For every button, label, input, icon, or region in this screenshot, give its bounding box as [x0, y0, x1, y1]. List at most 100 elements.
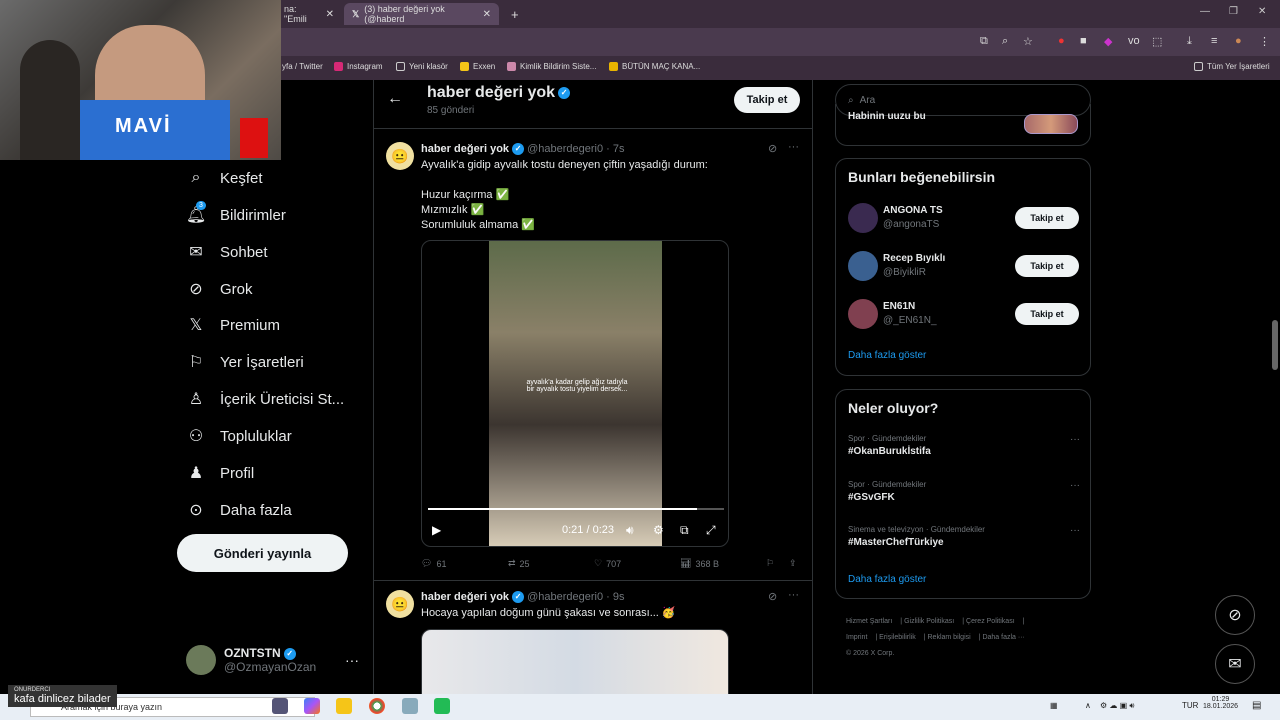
show-more-link[interactable]: Daha fazla göster — [848, 350, 926, 361]
minimize-icon[interactable]: — — [1200, 6, 1210, 17]
more-icon[interactable]: ··· — [1070, 525, 1080, 536]
playlist-icon[interactable]: ≡ — [1211, 35, 1217, 47]
suggestion-item[interactable]: Recep Bıyıklı @BiyikliR Takip et — [848, 251, 1080, 283]
clock[interactable]: 01:29 18.01.2026 — [1203, 696, 1238, 710]
grok-fab-button[interactable]: ⊘ — [1215, 595, 1255, 635]
chrome-icon[interactable] — [369, 698, 385, 714]
settings-icon[interactable]: ⚙ — [653, 523, 664, 537]
suggestion-item[interactable]: ANGONA TS @angonaTS Takip et — [848, 203, 1080, 235]
tab-haber-degeri-yok[interactable]: 𝕏 (3) haber değeri yok (@haberd ✕ — [344, 3, 499, 25]
extension-icon[interactable]: vo — [1128, 35, 1140, 47]
nav-creator-studio[interactable]: ♙ İçerik Üreticisi St... — [186, 387, 344, 411]
grok-icon[interactable]: ⊘ — [768, 590, 777, 603]
puzzle-icon[interactable]: ⬚ — [1152, 35, 1162, 48]
repost-button[interactable]: ⇄ 25 — [508, 558, 530, 569]
tab-emili[interactable]: na: "Emili ✕ — [276, 3, 342, 25]
nav-explore[interactable]: ⌕ Keşfet — [186, 166, 263, 190]
footer-link[interactable]: Hizmet Şartları — [846, 618, 892, 625]
language-indicator[interactable]: TUR — [1182, 701, 1198, 710]
tray-icons[interactable]: ⚙ ☁ ▣ 🔊︎ — [1100, 701, 1134, 711]
more-icon[interactable]: ··· — [1070, 434, 1080, 445]
follow-button[interactable]: Takip et — [1015, 207, 1079, 229]
share-button[interactable]: ⇪ — [789, 558, 797, 569]
follow-button[interactable]: Takip et — [1015, 303, 1079, 325]
more-icon[interactable]: ··· — [1070, 480, 1080, 491]
tweet-image[interactable] — [421, 629, 729, 696]
app-icon[interactable] — [434, 698, 450, 714]
nav-communities[interactable]: ⚇ Topluluklar — [186, 424, 292, 448]
bookmark-button[interactable]: ⚐ — [766, 558, 774, 569]
scrollbar[interactable] — [1272, 320, 1278, 370]
play-icon[interactable]: ▶ — [432, 523, 441, 537]
nav-grok[interactable]: ⊘ Grok — [186, 277, 252, 301]
video-player[interactable]: ayvalık'a kadar gelip ağız tadıyla bir a… — [421, 240, 729, 547]
cast-icon[interactable]: ⧉ — [980, 35, 988, 48]
extension-icon[interactable]: ● — [1058, 35, 1065, 47]
bookmark-instagram[interactable]: Instagram — [334, 62, 383, 71]
fullscreen-icon[interactable]: ⤢ — [706, 523, 716, 538]
footer-link[interactable]: Reklam bilgisi — [928, 634, 971, 641]
account-more-icon[interactable]: ··· — [345, 652, 359, 668]
suggestion-item[interactable]: EN61N @_EN61N_ Takip et — [848, 299, 1080, 331]
footer-link[interactable]: Imprint — [846, 634, 867, 641]
nav-notifications[interactable]: 🔔︎ 3 Bildirimler — [186, 201, 286, 227]
bookmark-twitter[interactable]: yfa / Twitter — [282, 62, 323, 71]
menu-icon[interactable]: ⋮ — [1259, 35, 1270, 48]
close-window-icon[interactable]: ✕ — [1258, 6, 1266, 17]
bookmark-folder[interactable]: Yeni klasör — [396, 62, 448, 71]
close-icon[interactable]: ✕ — [326, 9, 334, 20]
trend-item[interactable]: Spor · Gündemdekiler #OkanBurukİstifa ··… — [848, 434, 1080, 457]
nav-premium[interactable]: 𝕏 Premium — [186, 313, 280, 337]
copilot-icon[interactable] — [304, 698, 320, 714]
volume-icon[interactable]: 🔊︎ — [626, 523, 634, 538]
tray-app-icon[interactable]: ▦ — [1050, 701, 1058, 710]
avatar: 😐 — [386, 590, 414, 618]
bookmark-exxen[interactable]: Exxen — [460, 62, 495, 71]
verified-icon: ✓ — [512, 143, 525, 156]
restore-icon[interactable]: ❐ — [1229, 6, 1238, 17]
post-button[interactable]: Gönderi yayınla — [177, 534, 348, 572]
account-switcher[interactable]: OZNTSTN ✓ @OzmayanOzan — [186, 645, 316, 675]
nav-profile[interactable]: ♟ Profil — [186, 461, 254, 485]
nav-messages[interactable]: ✉ Sohbet — [186, 240, 267, 264]
nav-bookmarks[interactable]: ⚐ Yer İşaretleri — [186, 350, 304, 374]
webcam-person — [20, 40, 80, 160]
extension-icon[interactable]: ■ — [1080, 35, 1087, 47]
video-progress[interactable] — [428, 508, 724, 510]
all-bookmarks[interactable]: Tüm Yer İşaretleri — [1194, 62, 1270, 71]
footer-link[interactable]: Gizlilik Politikası — [904, 618, 954, 625]
more-icon[interactable]: ··· — [788, 589, 799, 601]
profile-icon[interactable]: ● — [1235, 35, 1242, 47]
download-icon[interactable]: ⤓ — [1187, 35, 1192, 48]
bookmark-mac[interactable]: BÜTÜN MAÇ KANA... — [609, 62, 700, 71]
notification-icon[interactable]: ▤ — [1252, 700, 1261, 711]
new-tab-button[interactable]: + — [503, 3, 527, 25]
show-more-link[interactable]: Daha fazla göster — [848, 574, 926, 585]
app-icon[interactable] — [402, 698, 418, 714]
reply-button[interactable]: 💬︎ 61 — [421, 558, 446, 569]
footer-link[interactable]: Çerez Politikası — [966, 618, 1015, 625]
views-button[interactable]: 📊︎ 368 B — [680, 558, 719, 569]
follow-button[interactable]: Takip et — [1015, 255, 1079, 277]
task-view-icon[interactable] — [272, 698, 288, 714]
more-icon[interactable]: ··· — [788, 141, 799, 153]
footer-link[interactable]: Erişilebilirlik — [879, 634, 916, 641]
messages-fab-button[interactable]: ✉ — [1215, 644, 1255, 684]
file-explorer-icon[interactable] — [336, 698, 352, 714]
pip-icon[interactable]: ⧉ — [680, 523, 689, 538]
bookmark-kimlik[interactable]: Kimlik Bildirim Siste... — [507, 62, 596, 71]
chevron-up-icon[interactable]: ∧ — [1085, 701, 1091, 710]
trend-item[interactable]: Spor · Gündemdekiler #GSvGFK ··· — [848, 480, 1080, 503]
nav-more[interactable]: ⊙ Daha fazla — [186, 498, 291, 522]
close-icon[interactable]: ✕ — [483, 9, 491, 20]
trend-item[interactable]: Sinema ve televizyon · Gündemdekiler #Ma… — [848, 525, 1080, 548]
back-arrow-icon[interactable]: ← — [387, 90, 403, 108]
like-button[interactable]: ♡ 707 — [594, 558, 621, 569]
star-icon[interactable]: ☆ — [1023, 35, 1033, 48]
follow-button[interactable]: Takip et — [734, 87, 800, 113]
grok-icon[interactable]: ⊘ — [768, 142, 777, 155]
extension-icon[interactable]: ◆ — [1104, 35, 1112, 48]
zoom-icon[interactable]: ⌕ — [1002, 35, 1008, 48]
footer-link[interactable]: Daha fazla ··· — [982, 634, 1024, 641]
card-thumbnail[interactable] — [1024, 114, 1078, 134]
